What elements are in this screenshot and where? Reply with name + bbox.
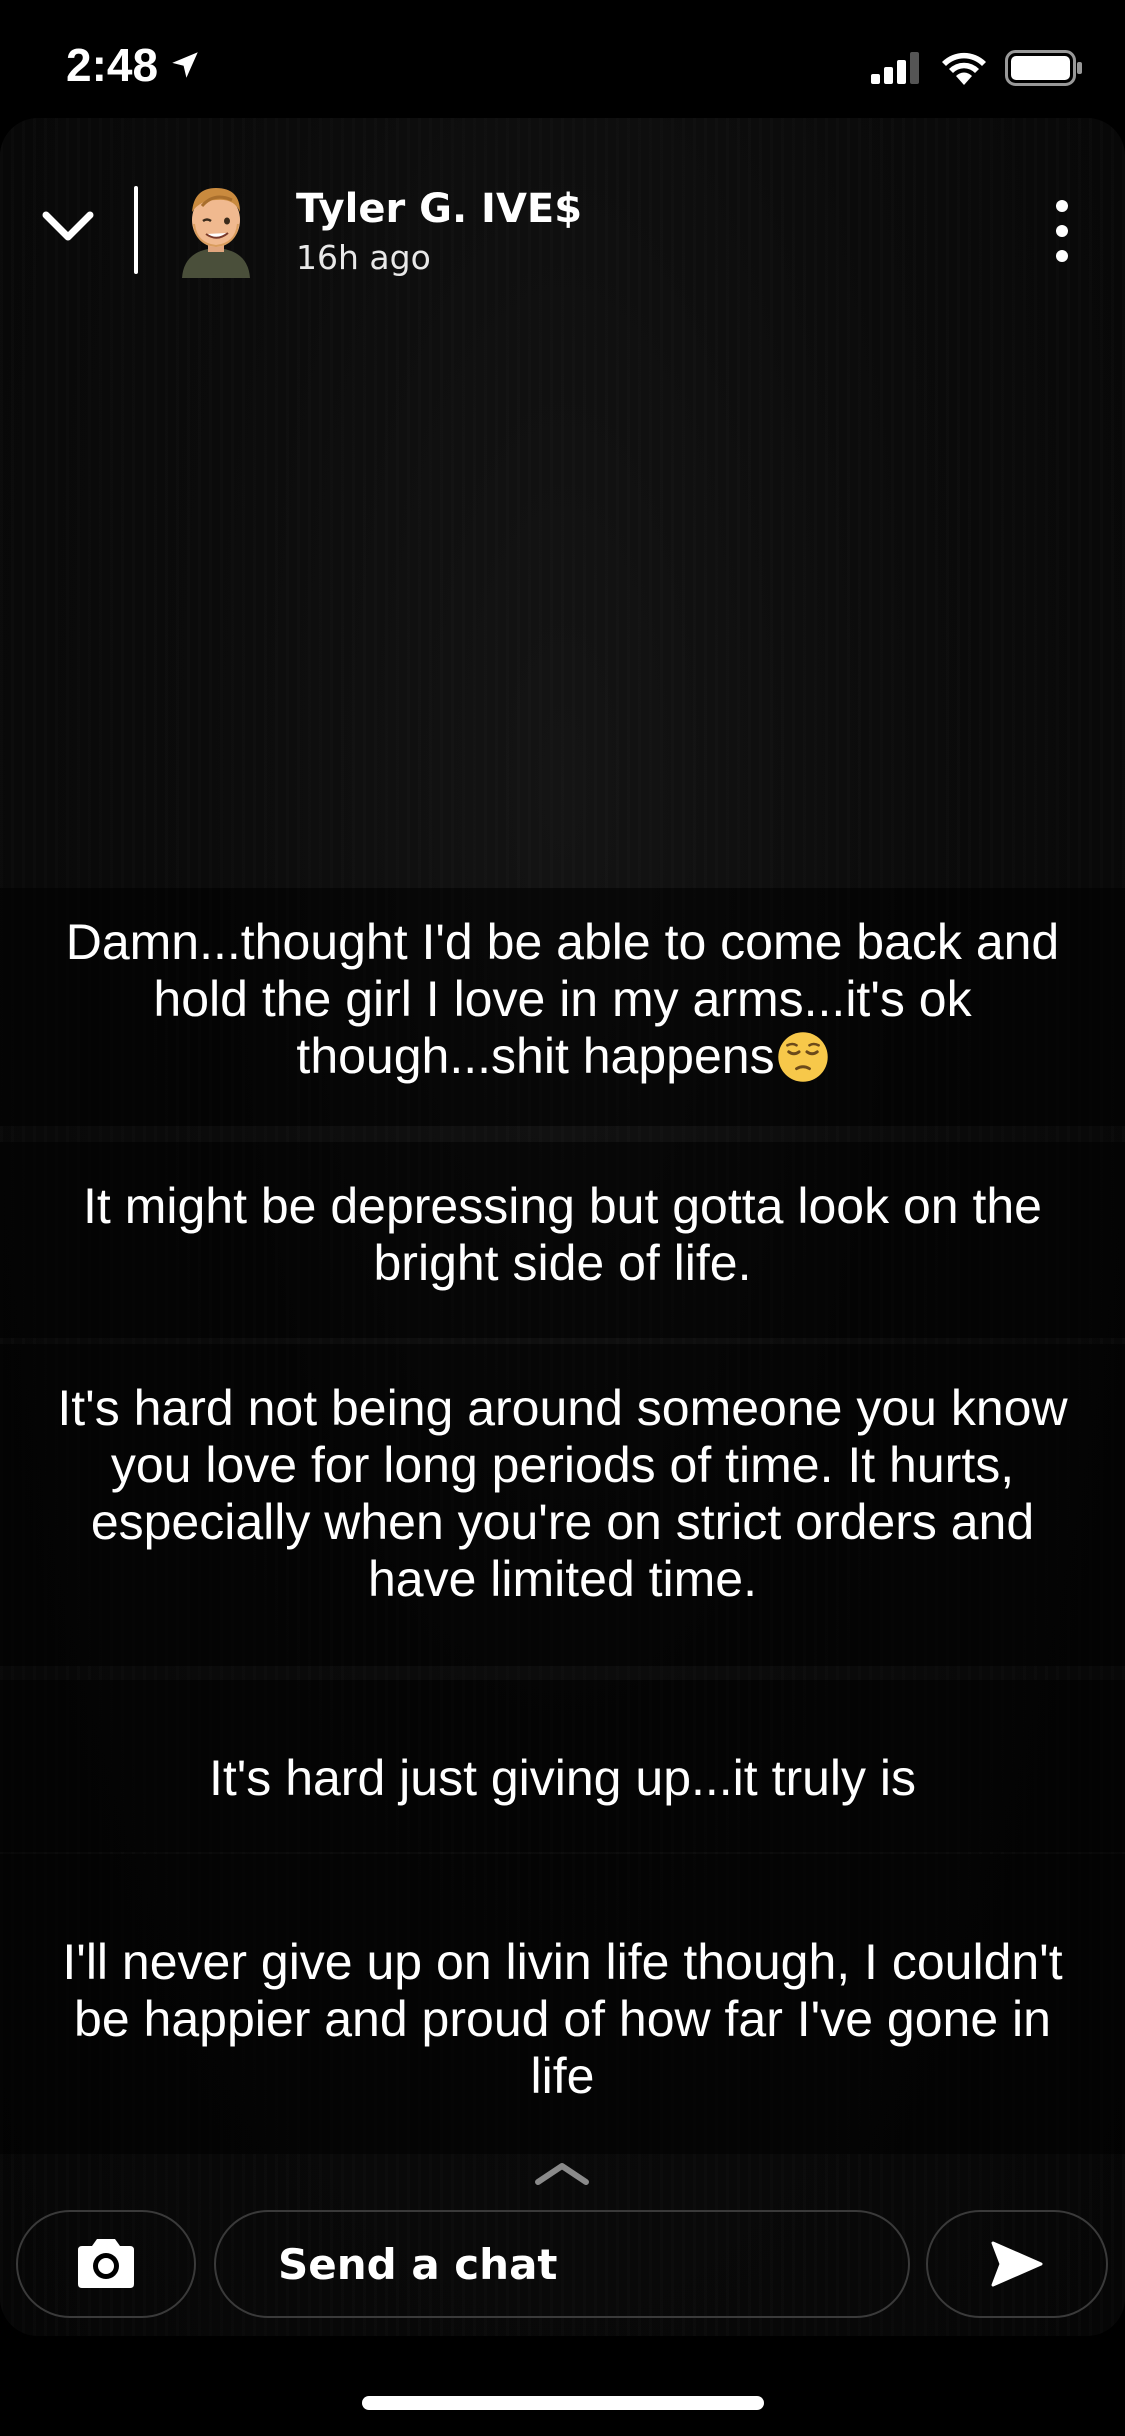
home-indicator[interactable] <box>362 2396 764 2410</box>
chat-placeholder: Send a chat <box>278 2239 558 2289</box>
status-bar: 2:48 <box>0 0 1125 130</box>
send-arrow-icon <box>991 2241 1043 2287</box>
chevron-up-icon[interactable] <box>532 2158 592 2188</box>
caption-text: It's hard not being around someone you k… <box>57 1380 1068 1607</box>
caption-3: It's hard not being around someone you k… <box>0 1344 1125 1666</box>
battery-icon <box>1005 50 1082 86</box>
send-button[interactable] <box>926 2210 1108 2318</box>
caption-1: Damn...thought I'd be able to come back … <box>0 888 1125 1126</box>
snap-content[interactable]: Tyler G. IVE$ 16h ago Damn...thought I'd… <box>0 118 1125 2336</box>
snap-header: Tyler G. IVE$ 16h ago <box>0 148 1125 298</box>
status-icons <box>871 50 1083 86</box>
snap-timestamp: 16h ago <box>296 238 431 277</box>
clock-text: 2:48 <box>66 39 159 91</box>
bitmoji-avatar[interactable] <box>174 178 258 278</box>
more-vertical-icon <box>1056 200 1068 212</box>
caption-4: It's hard just giving up...it truly is <box>0 1680 1125 1852</box>
pensive-face-emoji <box>777 1032 828 1082</box>
camera-icon <box>78 2239 134 2288</box>
caption-2: It might be depressing but gotta look on… <box>0 1142 1125 1338</box>
user-name[interactable]: Tyler G. IVE$ <box>296 186 582 232</box>
location-arrow-icon <box>172 52 198 78</box>
caption-text: Damn...thought I'd be able to come back … <box>65 914 1060 1084</box>
header-divider <box>134 186 138 274</box>
camera-button[interactable] <box>16 2210 196 2318</box>
caption-text: It's hard just giving up...it truly is <box>208 1750 917 1806</box>
caption-text: It might be depressing but gotta look on… <box>83 1178 1042 1291</box>
caption-text: I'll never give up on livin life though,… <box>62 1934 1063 2104</box>
caption-5: I'll never give up on livin life though,… <box>0 1854 1125 2154</box>
cellular-signal-icon <box>871 52 919 84</box>
send-chat-input[interactable]: Send a chat <box>214 2210 910 2318</box>
wifi-icon <box>942 52 986 85</box>
status-time: 2:48 <box>66 38 202 92</box>
chevron-down-icon <box>42 211 94 241</box>
close-snap-button[interactable] <box>36 196 100 256</box>
snap-viewer-screen: 2:48 Tyler G. IVE$ 16h ago Damn...though… <box>0 0 1125 2436</box>
more-options-button[interactable] <box>1047 200 1077 262</box>
